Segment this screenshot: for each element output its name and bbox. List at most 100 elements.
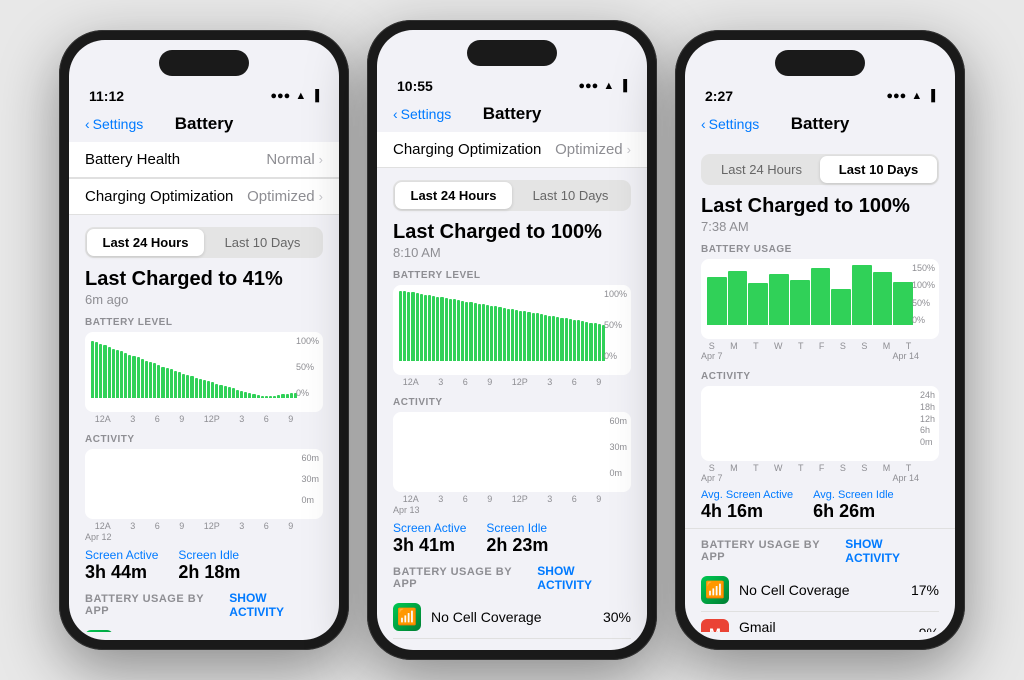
app-row-3-1[interactable]: 📶 No Cell Coverage 17% — [701, 569, 939, 612]
app-row-2-1[interactable]: 📶 No Cell Coverage 30% — [393, 596, 631, 639]
segment-10d-1[interactable]: Last 10 Days — [204, 229, 321, 256]
phone-2: 10:55 ●●● ▲ ▐ ‹ Settings Battery Chargin… — [367, 20, 657, 660]
battery-chart-container-3: 150% 100% 50% 0% — [701, 259, 939, 339]
x-labels-3: SMTWTFSSMT — [701, 341, 939, 351]
battery-bar — [399, 291, 402, 361]
battery-bar — [99, 344, 102, 398]
app-usage-header-3: BATTERY USAGE BY APP SHOW ACTIVITY — [701, 537, 939, 565]
battery-bar — [440, 297, 443, 361]
date2-act-3: Apr 14 — [892, 473, 919, 483]
segment-10d-3[interactable]: Last 10 Days — [820, 156, 937, 183]
battery-bar — [494, 306, 497, 361]
battery-bar — [252, 394, 255, 398]
week-x-label: W — [774, 341, 783, 351]
battery-bar — [95, 342, 98, 398]
battery-bar — [436, 297, 439, 361]
time-2: 10:55 — [397, 78, 433, 94]
battery-bar — [132, 356, 135, 398]
app-info-3-1: No Cell Coverage — [739, 582, 911, 598]
signal-icon-2: ●●● — [578, 80, 598, 92]
segment-24h-2[interactable]: Last 24 Hours — [395, 182, 512, 209]
battery-bar — [108, 347, 111, 398]
battery-bar — [457, 300, 460, 361]
status-icons-2: ●●● ▲ ▐ — [578, 80, 627, 92]
battery-bar — [527, 312, 530, 361]
battery-bar — [486, 305, 489, 361]
app-usage-header-2: BATTERY USAGE BY APP SHOW ACTIVITY — [393, 564, 631, 592]
week-dates-3: Apr 7 Apr 14 — [701, 351, 939, 361]
battery-bar — [215, 384, 218, 398]
screen-idle-label-1: Screen Idle — [178, 548, 240, 562]
week-x-label: S — [840, 341, 846, 351]
app-row-2-2[interactable]: M Gmail Background Activity 15% — [393, 639, 631, 642]
battery-bar — [445, 298, 448, 361]
app-row-3-2[interactable]: M Gmail Notifications 9% — [701, 612, 939, 633]
y-labels-act-3: 24h 18h 12h 6h 0m — [920, 390, 935, 447]
wifi-icon-2: ▲ — [603, 80, 614, 92]
battery-bar — [490, 306, 493, 361]
segment-24h-3[interactable]: Last 24 Hours — [703, 156, 820, 183]
date2-3: Apr 14 — [892, 351, 919, 361]
screen-active-label-1: Screen Active — [85, 548, 158, 562]
back-button-1[interactable]: ‹ Settings — [85, 116, 143, 132]
battery-bars-3 — [707, 265, 933, 325]
battery-bar — [286, 394, 289, 398]
charging-opt-row-2[interactable]: Charging Optimization Optimized › — [377, 132, 647, 168]
battery-bar — [424, 295, 427, 362]
battery-bar — [248, 393, 251, 398]
battery-bar — [565, 318, 568, 361]
weekly-battery-bar — [748, 283, 768, 325]
show-activity-2[interactable]: SHOW ACTIVITY — [537, 564, 631, 592]
segment-control-3[interactable]: Last 24 Hours Last 10 Days — [701, 154, 939, 185]
battery-bar — [195, 378, 198, 398]
signal-icon-3: ●●● — [886, 90, 906, 102]
app-row-1-1[interactable]: 📶 No Cell Coverage 18% — [85, 623, 323, 632]
chevron-left-icon-2: ‹ — [393, 106, 398, 122]
segment-control-1[interactable]: Last 24 Hours Last 10 Days — [85, 227, 323, 258]
avg-screen-idle-value-3: 6h 26m — [813, 501, 894, 522]
avg-screen-active-label-3: Avg. Screen Active — [701, 489, 793, 501]
weekly-battery-bar — [852, 265, 872, 325]
battery-level-label-2: BATTERY LEVEL — [393, 270, 631, 281]
screen-idle-value-1: 2h 18m — [178, 562, 240, 583]
battery-usage-chart-3: BATTERY USAGE 150% 100% 50% 0% SMTWTFSSM… — [701, 244, 939, 361]
battery-bar — [145, 361, 148, 398]
segment-24h-1[interactable]: Last 24 Hours — [87, 229, 204, 256]
show-activity-3[interactable]: SHOW ACTIVITY — [845, 537, 939, 565]
battery-health-row[interactable]: Battery Health Normal › — [69, 142, 339, 178]
week-x-label: T — [753, 341, 759, 351]
usage-stats-1: Screen Active 3h 44m Screen Idle 2h 18m — [85, 548, 323, 583]
battery-bar — [211, 382, 214, 398]
battery-bar — [511, 309, 514, 361]
show-activity-1[interactable]: SHOW ACTIVITY — [229, 591, 323, 619]
date1-act-3: Apr 7 — [701, 473, 723, 483]
activity-chart-3: ACTIVITY 24h 18h 12h 6h 0m SMTWTFSSMT — [701, 371, 939, 483]
battery-bar — [428, 295, 431, 361]
week-x-label-act: W — [774, 463, 783, 473]
charging-opt-value-2: Optimized › — [555, 141, 631, 158]
back-button-3[interactable]: ‹ Settings — [701, 116, 759, 132]
battery-bar — [498, 307, 501, 361]
battery-bar — [416, 293, 419, 361]
app-pct-2-1: 30% — [603, 609, 631, 625]
battery-bar — [478, 304, 481, 361]
battery-bar — [407, 292, 410, 361]
wifi-icon-3: ▲ — [911, 90, 922, 102]
battery-bar — [411, 292, 414, 361]
usage-stats-2: Screen Active 3h 41m Screen Idle 2h 23m — [393, 521, 631, 556]
app-usage-header-1: BATTERY USAGE BY APP SHOW ACTIVITY — [85, 591, 323, 619]
segment-control-2[interactable]: Last 24 Hours Last 10 Days — [393, 180, 631, 211]
battery-bar — [532, 313, 535, 361]
segment-10d-2[interactable]: Last 10 Days — [512, 182, 629, 209]
battery-bar — [186, 375, 189, 398]
week-x-label: F — [819, 341, 825, 351]
charging-opt-row-1[interactable]: Charging Optimization Optimized › — [69, 178, 339, 215]
gmail-icon-3: M — [701, 619, 729, 633]
screen-idle-value-2: 2h 23m — [486, 535, 548, 556]
last-charged-sub-3: 7:38 AM — [701, 219, 939, 234]
battery-bar — [128, 355, 131, 398]
battery-bar — [544, 315, 547, 361]
app-usage-title-2: BATTERY USAGE BY APP — [393, 566, 537, 590]
back-button-2[interactable]: ‹ Settings — [393, 106, 451, 122]
activity-chart-container-1: 60m 30m 0m — [85, 449, 323, 519]
